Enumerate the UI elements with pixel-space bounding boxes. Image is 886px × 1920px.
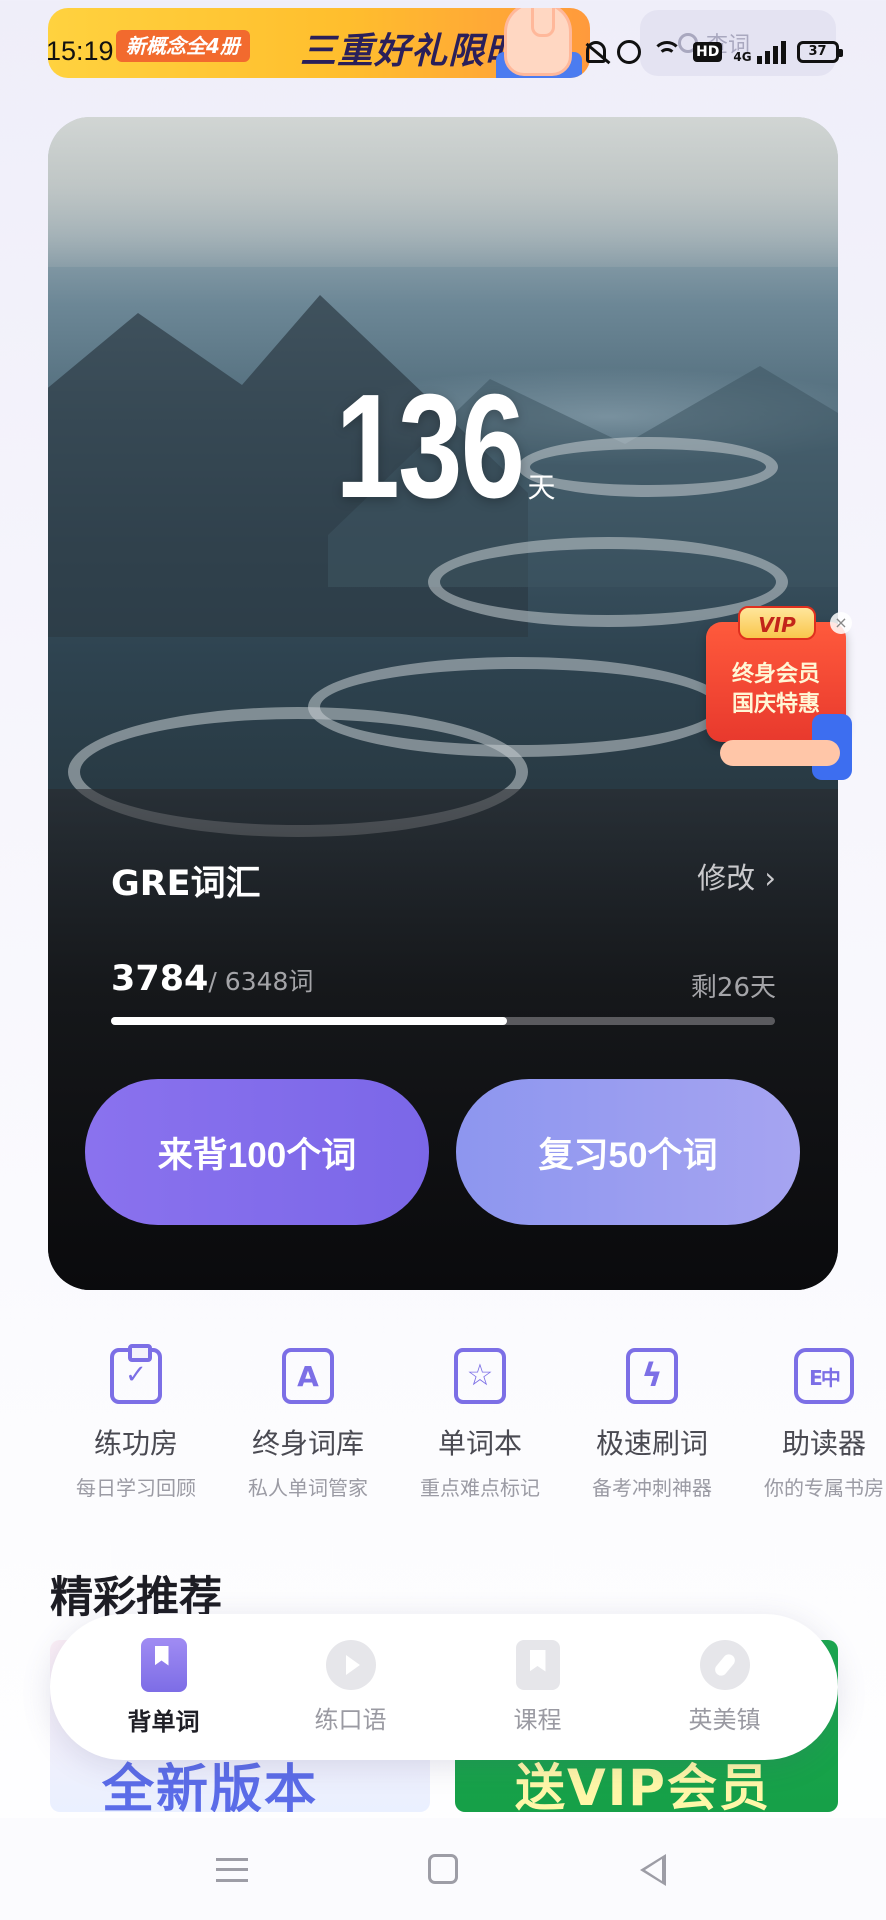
system-nav-bar <box>0 1818 886 1920</box>
tool-subtitle: 每日学习回顾 <box>76 1476 196 1500</box>
course-icon <box>515 1639 560 1690</box>
reader-icon <box>794 1348 854 1404</box>
tool-speed-drill[interactable]: 极速刷词 备考冲刺神器 <box>566 1340 738 1501</box>
study-days-counter: 136 天 <box>48 373 838 521</box>
tool-practice-room[interactable]: 练功房 每日学习回顾 <box>50 1340 222 1501</box>
signal-icon: 4G <box>733 40 786 64</box>
compass-icon <box>699 1639 750 1690</box>
study-days-number: 136 <box>335 364 524 529</box>
home-icon[interactable] <box>428 1854 458 1884</box>
pointing-hand-icon <box>504 8 572 76</box>
vip-line1: 终身会员 <box>731 662 820 687</box>
promo-tag: 新概念全4册 <box>116 30 250 62</box>
vip-promo-float[interactable]: 终身会员 国庆特惠 VIP × <box>706 606 852 780</box>
tool-subtitle: 你的专属书房 <box>764 1476 884 1500</box>
wordbook-title: GRE词汇 <box>111 864 261 904</box>
total-words: / 6348词 <box>208 967 314 996</box>
play-icon <box>325 1639 376 1690</box>
tool-title: 助读器 <box>781 1427 866 1460</box>
edit-wordbook-link[interactable]: 修改 › <box>697 855 776 897</box>
quick-tools: 练功房 每日学习回顾 终身词库 私人单词管家 单词本 重点难点标记 极速刷词 备… <box>0 1340 886 1500</box>
nav-label: 课程 <box>513 1705 562 1734</box>
tool-title: 单词本 <box>437 1427 522 1460</box>
clipboard-check-icon <box>110 1344 162 1404</box>
nav-speaking[interactable]: 练口语 <box>261 1639 441 1735</box>
network-label: 4G <box>733 50 752 64</box>
close-icon[interactable]: × <box>830 612 852 634</box>
review-words-button[interactable]: 复习50个词 <box>456 1079 800 1225</box>
back-icon[interactable] <box>640 1854 666 1886</box>
vip-hand-decoration <box>720 740 840 766</box>
tool-title: 练功房 <box>93 1427 178 1460</box>
progress-text: 3784/ 6348词 <box>111 959 313 999</box>
learned-count: 3784 <box>111 959 209 999</box>
status-time: 15:19 <box>46 36 114 66</box>
study-days-unit: 天 <box>527 472 556 503</box>
wordbook-panel: GRE词汇 修改 › 3784/ 6348词 剩26天 来背100个词 复习50… <box>48 789 838 1290</box>
word-cards-icon <box>282 1348 334 1404</box>
nav-courses[interactable]: 课程 <box>448 1639 628 1735</box>
tool-wordbook[interactable]: 单词本 重点难点标记 <box>394 1340 566 1501</box>
tool-lifetime-library[interactable]: 终身词库 私人单词管家 <box>222 1340 394 1501</box>
nav-town[interactable]: 英美镇 <box>635 1639 815 1735</box>
status-icons: HD 4G 37 <box>586 40 843 64</box>
nav-memorize-words[interactable]: 背单词 <box>74 1637 254 1737</box>
hd-badge: HD <box>693 42 723 62</box>
nav-label: 英美镇 <box>688 1705 761 1734</box>
tool-reader[interactable]: 助读器 你的专属书房 <box>738 1340 886 1501</box>
hero-sky <box>48 117 838 267</box>
nav-label: 背单词 <box>127 1707 200 1736</box>
tool-title: 终身词库 <box>251 1427 364 1460</box>
alarm-icon <box>617 40 641 64</box>
tool-title: 极速刷词 <box>595 1427 708 1460</box>
learn-words-button[interactable]: 来背100个词 <box>85 1079 429 1225</box>
nav-label: 练口语 <box>314 1705 387 1734</box>
tool-subtitle: 重点难点标记 <box>420 1476 540 1500</box>
bolt-card-icon <box>626 1348 678 1404</box>
progress-bar-fill <box>111 1017 507 1025</box>
bell-muted-icon <box>586 41 606 63</box>
tool-subtitle: 私人单词管家 <box>248 1476 368 1500</box>
progress-bar <box>111 1017 775 1025</box>
tool-subtitle: 备考冲刺神器 <box>592 1476 712 1500</box>
days-left: 剩26天 <box>690 973 776 1003</box>
menu-icon[interactable] <box>216 1858 248 1882</box>
promo-banner[interactable]: 新概念全4册 三重好礼限时送 <box>48 8 590 78</box>
vip-badge: VIP <box>738 606 816 640</box>
star-card-icon <box>454 1348 506 1404</box>
wifi-icon <box>652 41 682 63</box>
battery-icon: 37 <box>796 41 843 63</box>
bottom-nav: 背单词 练口语 课程 英美镇 <box>50 1614 838 1760</box>
book-icon <box>140 1637 187 1692</box>
